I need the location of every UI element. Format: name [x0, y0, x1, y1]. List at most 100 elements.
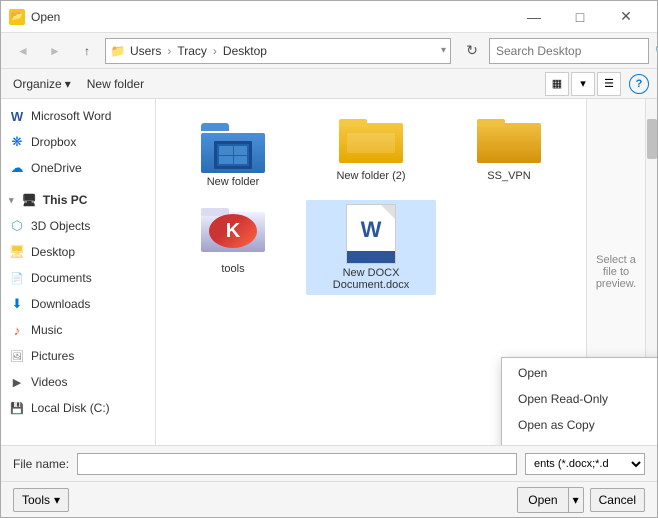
filetype-select[interactable]: ents (*.docx;*.d — [525, 453, 645, 475]
view-detail-button[interactable]: ☰ — [597, 72, 621, 96]
main-area: W Microsoft Word ❋ Dropbox ☁ OneDrive ▾ … — [1, 99, 657, 445]
context-as-copy[interactable]: Open as Copy — [502, 412, 657, 438]
filename-label: File name: — [13, 457, 69, 471]
open-arrow-button[interactable]: ▾ — [568, 488, 583, 512]
expand-icon-pc: ▾ — [9, 195, 14, 206]
open-label: Open — [528, 493, 557, 507]
address-toolbar: ◄ ► ↑ 📁 Users › Tracy › Desktop ▾ ↻ 🔍 — [1, 33, 657, 69]
forward-button[interactable]: ► — [41, 38, 69, 64]
sidebar-label-onedrive: OneDrive — [31, 161, 82, 175]
sidebar-item-localdisk[interactable]: 💾 Local Disk (C:) — [1, 395, 155, 421]
sidebar-item-documents[interactable]: 📄 Documents — [1, 265, 155, 291]
sidebar-this-pc[interactable]: ▾ 🖥 This PC — [1, 187, 155, 213]
context-as-copy-label: Open as Copy — [518, 418, 595, 432]
close-button[interactable]: ✕ — [603, 1, 649, 33]
open-button[interactable]: Open — [518, 488, 567, 512]
view-dropdown-button[interactable]: ▾ — [571, 72, 595, 96]
help-button[interactable]: ? — [629, 74, 649, 94]
tools-label: Tools — [22, 493, 50, 507]
window-title: Open — [31, 10, 60, 24]
file-item-ssvpn[interactable]: SS_VPN — [444, 111, 574, 192]
tools-icon: K — [201, 204, 265, 260]
view-buttons: ▦ ▾ ☰ — [545, 72, 621, 96]
open-button-group: Open ▾ — [517, 487, 583, 513]
cancel-label: Cancel — [599, 493, 636, 507]
minimize-button[interactable]: — — [511, 1, 557, 33]
file-item-docx[interactable]: W New DOCXDocument.docx — [306, 200, 436, 295]
sidebar-label-3dobjects: 3D Objects — [31, 219, 90, 233]
title-bar: 📂 Open — □ ✕ — [1, 1, 657, 33]
sidebar-label-desktop: Desktop — [31, 245, 75, 259]
videos-icon: ▶ — [9, 374, 25, 390]
sidebar-item-onedrive[interactable]: ☁ OneDrive — [1, 155, 155, 181]
search-box[interactable]: 🔍 — [489, 38, 649, 64]
context-in-browser[interactable]: Open in Browser — [502, 438, 657, 445]
address-bar[interactable]: 📁 Users › Tracy › Desktop ▾ — [105, 38, 451, 64]
downloads-icon: ⬇ — [9, 296, 25, 312]
breadcrumb-desktop: Desktop — [223, 44, 267, 58]
context-read-only-label: Open Read-Only — [518, 392, 608, 406]
organize-dropdown-icon: ▾ — [65, 77, 71, 91]
desktop-icon: 🖥 — [9, 244, 25, 260]
new-folder-2-icon — [339, 115, 403, 167]
localdisk-icon: 💾 — [9, 400, 25, 416]
search-input[interactable] — [496, 44, 651, 58]
organize-label: Organize — [13, 77, 62, 91]
new-folder-icon — [201, 115, 265, 173]
filename-bar: File name: ents (*.docx;*.d — [1, 445, 657, 481]
ssvpn-icon — [477, 115, 541, 167]
pictures-icon: 🖼 — [9, 348, 25, 364]
sidebar-label-word: Microsoft Word — [31, 109, 111, 123]
tools-dropdown-icon: ▾ — [54, 493, 60, 507]
file-item-newfolder[interactable]: New folder — [168, 111, 298, 192]
sidebar-item-dropbox[interactable]: ❋ Dropbox — [1, 129, 155, 155]
view-toggle-button[interactable]: ▦ — [545, 72, 569, 96]
sidebar-item-desktop[interactable]: 🖥 Desktop — [1, 239, 155, 265]
file-item-tools[interactable]: K tools — [168, 200, 298, 295]
sidebar-item-word[interactable]: W Microsoft Word — [1, 103, 155, 129]
new-folder-button[interactable]: New folder — [83, 73, 148, 95]
breadcrumb-sep-1: › — [167, 44, 171, 58]
dropbox-icon: ❋ — [9, 134, 25, 150]
3dobjects-icon: ⬡ — [9, 218, 25, 234]
file-grid: New folder New folder (2) SS_VPN — [156, 99, 586, 307]
word-icon: W — [9, 108, 25, 124]
refresh-button[interactable]: ↻ — [459, 38, 485, 64]
sidebar-item-3dobjects[interactable]: ⬡ 3D Objects — [1, 213, 155, 239]
file-label-ssvpn: SS_VPN — [487, 170, 530, 182]
maximize-button[interactable]: □ — [557, 1, 603, 33]
back-button[interactable]: ◄ — [9, 38, 37, 64]
sidebar-item-pictures[interactable]: 🖼 Pictures — [1, 343, 155, 369]
onedrive-icon: ☁ — [9, 160, 25, 176]
sidebar-label-localdisk: Local Disk (C:) — [31, 401, 110, 415]
file-label-tools: tools — [221, 263, 244, 275]
address-folder-icon: 📁 — [110, 43, 126, 59]
file-label-newfolder: New folder — [207, 176, 260, 188]
breadcrumb-tracy: Tracy — [177, 44, 207, 58]
sidebar-item-music[interactable]: ♪ Music — [1, 317, 155, 343]
address-dropdown-icon[interactable]: ▾ — [441, 45, 446, 56]
sidebar-label-pictures: Pictures — [31, 349, 74, 363]
action-bar: Tools ▾ Open ▾ Cancel — [1, 481, 657, 517]
sidebar-item-videos[interactable]: ▶ Videos — [1, 369, 155, 395]
file-area: New folder New folder (2) SS_VPN — [156, 99, 657, 445]
sidebar-label-downloads: Downloads — [31, 297, 90, 311]
sidebar-label-videos: Videos — [31, 375, 67, 389]
cancel-button[interactable]: Cancel — [590, 488, 645, 512]
sidebar-label-music: Music — [31, 323, 62, 337]
context-open[interactable]: Open — [502, 360, 657, 386]
preview-text: Select a file to preview. — [595, 254, 637, 290]
scroll-thumb[interactable] — [647, 119, 657, 159]
new-folder-label: New folder — [87, 77, 144, 91]
file-item-newfolder2[interactable]: New folder (2) — [306, 111, 436, 192]
title-controls: — □ ✕ — [511, 1, 649, 33]
sidebar-label-documents: Documents — [31, 271, 92, 285]
context-read-only[interactable]: Open Read-Only — [502, 386, 657, 412]
up-button[interactable]: ↑ — [73, 38, 101, 64]
breadcrumb-sep-2: › — [213, 44, 217, 58]
filename-input[interactable] — [77, 453, 517, 475]
music-icon: ♪ — [9, 322, 25, 338]
tools-button[interactable]: Tools ▾ — [13, 488, 69, 512]
organize-button[interactable]: Organize ▾ — [9, 73, 75, 95]
sidebar-item-downloads[interactable]: ⬇ Downloads — [1, 291, 155, 317]
